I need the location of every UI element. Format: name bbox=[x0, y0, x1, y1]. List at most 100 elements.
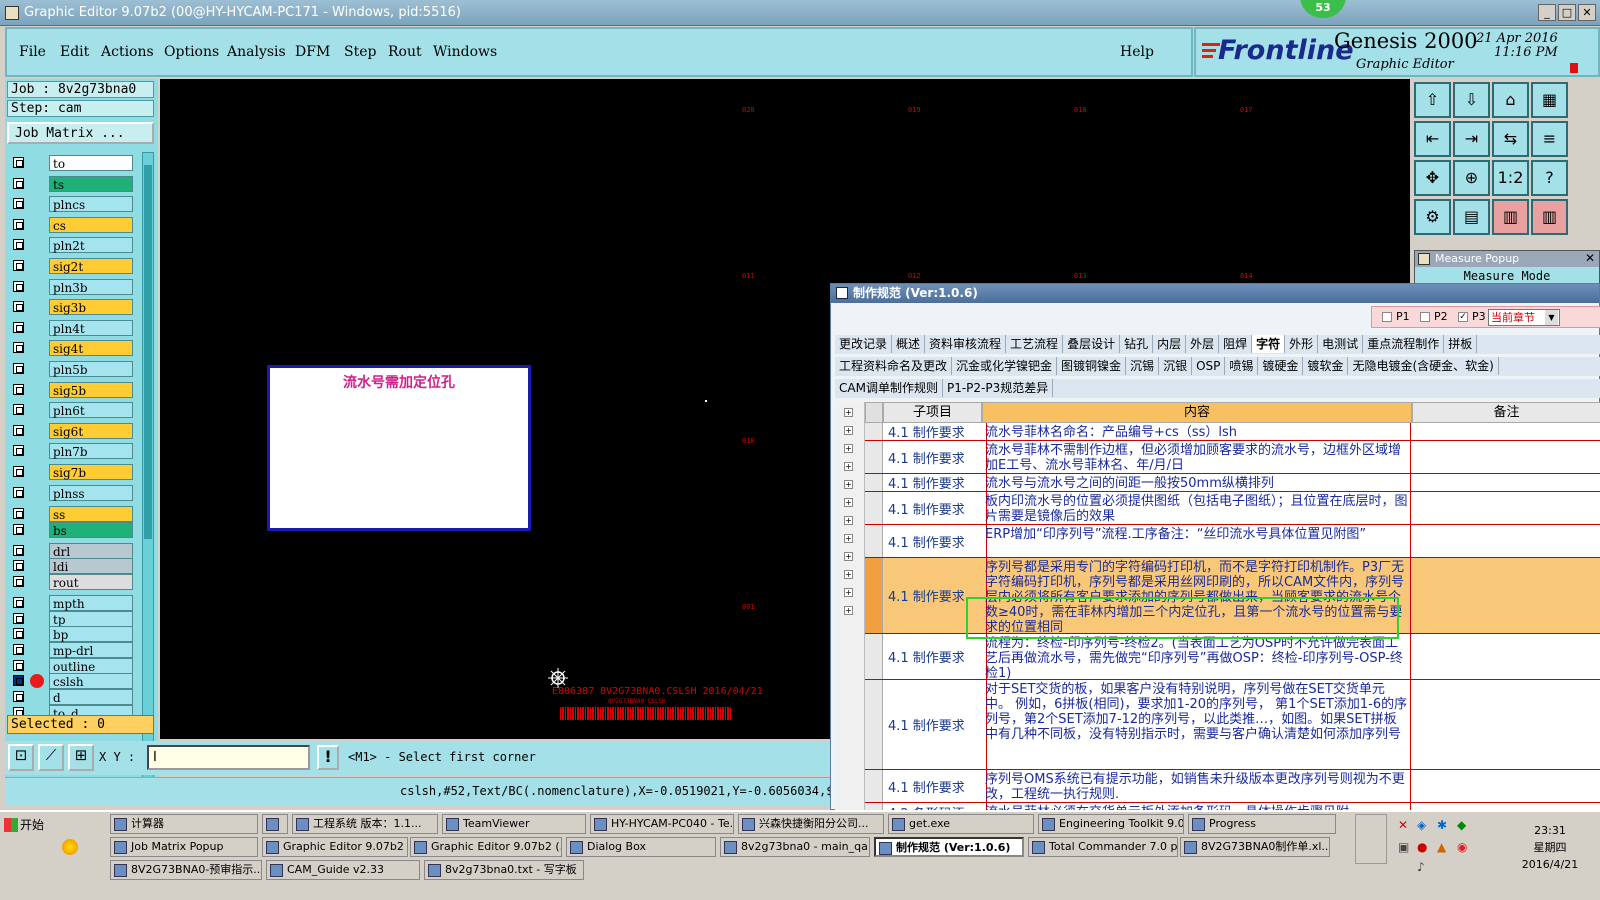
layer-row-sig5b[interactable]: sig5b bbox=[13, 381, 133, 398]
menu-step[interactable]: Step bbox=[344, 44, 376, 60]
taskbar-button[interactable]: Graphic Editor 9.07b2 (... bbox=[262, 837, 408, 857]
tab-tabs_row1-3[interactable]: 工艺流程 bbox=[1006, 335, 1064, 353]
layer-row-tp[interactable]: tp bbox=[13, 610, 133, 627]
tab-tabs_row1-4[interactable]: 叠层设计 bbox=[1063, 335, 1121, 353]
layer-checkbox[interactable] bbox=[13, 383, 24, 395]
tab-tabs_row1-1[interactable]: 概述 bbox=[892, 335, 926, 353]
layer-checkbox[interactable] bbox=[13, 628, 24, 640]
tree-expand-icon[interactable]: + bbox=[844, 606, 853, 615]
taskbar-button[interactable]: 8v2g73bna0.txt - 写字板 bbox=[424, 860, 584, 880]
layer-name[interactable]: ss bbox=[49, 506, 133, 523]
table-row[interactable]: 4.1 制作要求 序列号OMS系统已有提示功能，如销售未升级版本更改序列号则视为不… bbox=[865, 770, 1600, 803]
layer-row-mp-drl[interactable]: mp-drl bbox=[13, 641, 133, 658]
taskbar-button[interactable]: CAM_Guide v2.33 bbox=[266, 860, 420, 880]
col-header-sub[interactable]: 子项目 bbox=[883, 402, 982, 423]
layer-name[interactable]: pln4t bbox=[49, 319, 133, 336]
tab-tabs_row2-4[interactable]: 沉银 bbox=[1159, 357, 1193, 375]
layer-red-icon[interactable]: ▥ bbox=[1492, 199, 1529, 235]
tab-tabs_row1-2[interactable]: 资料审核流程 bbox=[925, 335, 1007, 353]
layer-row-pln3b[interactable]: pln3b bbox=[13, 278, 133, 295]
panel-icon[interactable]: ▦ bbox=[1531, 82, 1568, 118]
tab-tabs_row1-5[interactable]: 钻孔 bbox=[1120, 335, 1154, 353]
cell-content[interactable]: 对于SET交货的板，如果客户没有特别说明，序列号做在SET交货单元中。 例如，6… bbox=[983, 680, 1411, 769]
p2-checkbox[interactable] bbox=[1420, 312, 1430, 322]
layer-name[interactable]: plnss bbox=[49, 484, 133, 501]
tab-tabs_row2-2[interactable]: 图镀铜镍金 bbox=[1057, 357, 1127, 375]
taskbar-button[interactable]: 8V2G73BNA0-预审指示... bbox=[110, 860, 262, 880]
zoom-in-icon[interactable]: ⇤ bbox=[1414, 121, 1451, 157]
layer-checkbox[interactable] bbox=[13, 560, 24, 572]
annotation-box[interactable]: 流水号需加定位孔 bbox=[267, 365, 531, 531]
table-row[interactable]: 4.1 制作要求 流水号菲林不需制作边框，但必须增加顾客要求的流水号，边框外区域增… bbox=[865, 441, 1600, 474]
tab-tabs_row2-8[interactable]: 镀软金 bbox=[1303, 357, 1349, 375]
chapter-select[interactable]: 当前章节 ▼ bbox=[1488, 309, 1560, 326]
layer-checkbox[interactable] bbox=[13, 280, 24, 292]
layer-name[interactable]: sig6t bbox=[49, 422, 133, 439]
cell-remark[interactable] bbox=[1413, 492, 1600, 524]
tab-tabs_row3-0[interactable]: CAM调单制作规则 bbox=[835, 379, 943, 397]
layer-checkbox[interactable] bbox=[13, 691, 24, 702]
layer-row-outline[interactable]: outline bbox=[13, 657, 133, 674]
grid-tool-icon[interactable]: ⊞ bbox=[68, 744, 94, 771]
spec-dialog[interactable]: 制作规范 (Ver:1.0.6) P1 P2 ✓ P3 当前章节 ▼ 更改记录概… bbox=[830, 283, 1600, 811]
pan-icon[interactable]: ✥ bbox=[1414, 160, 1451, 196]
menu-dfm[interactable]: DFM bbox=[295, 44, 330, 60]
taskbar-button[interactable]: Engineering Toolkit 9.0... bbox=[1038, 814, 1184, 834]
layer-scrollbar[interactable] bbox=[142, 152, 154, 788]
layer-name[interactable]: drl bbox=[49, 542, 133, 559]
layer-name[interactable]: to bbox=[49, 155, 133, 171]
layer-name[interactable]: cslsh bbox=[49, 673, 133, 690]
tab-tabs_row3-1[interactable]: P1-P2-P3规范差异 bbox=[943, 379, 1054, 397]
layer-name[interactable]: sig5b bbox=[49, 381, 133, 398]
menu-actions[interactable]: Actions bbox=[101, 44, 154, 60]
layer-name[interactable]: pln5b bbox=[49, 361, 133, 377]
tree-expand-icon[interactable]: + bbox=[844, 444, 853, 453]
layer-blue-icon[interactable]: ▥ bbox=[1531, 199, 1568, 235]
tray-update-icon[interactable]: ▲ bbox=[1437, 840, 1446, 854]
layer-checkbox[interactable] bbox=[13, 524, 24, 535]
layer-row-pln6t[interactable]: pln6t bbox=[13, 402, 133, 419]
tab-tabs_row1-8[interactable]: 阻焊 bbox=[1219, 335, 1253, 353]
layer-checkbox[interactable] bbox=[13, 342, 24, 354]
menu-windows[interactable]: Windows bbox=[433, 44, 497, 60]
taskbar-button[interactable]: HY-HYCAM-PC040 - Te... bbox=[590, 814, 734, 834]
tray-app-icon[interactable]: ◉ bbox=[1457, 840, 1467, 854]
layer-name[interactable]: outline bbox=[49, 657, 133, 674]
menu-file[interactable]: File bbox=[19, 44, 46, 60]
home-icon[interactable]: ⇧ bbox=[1414, 82, 1451, 118]
taskbar-button[interactable]: 制作规范 (Ver:1.0.6) bbox=[874, 837, 1024, 857]
row-header[interactable] bbox=[865, 680, 883, 769]
layer-name[interactable]: mpth bbox=[49, 594, 133, 611]
taskbar-button[interactable]: TeamViewer bbox=[442, 814, 586, 834]
scrollbar-thumb[interactable] bbox=[144, 165, 152, 539]
close-button[interactable]: ✕ bbox=[1578, 4, 1596, 21]
layer-row-ss[interactable]: ss bbox=[13, 506, 133, 523]
cell-content[interactable]: 流程为：终检-印序列号-终检2。(当表面工艺为OSP时不允许做完表面工艺后再做流… bbox=[983, 634, 1411, 679]
layer-checkbox[interactable] bbox=[13, 544, 24, 556]
taskbar-button[interactable]: Job Matrix Popup bbox=[110, 837, 258, 857]
menu-edit[interactable]: Edit bbox=[60, 44, 89, 60]
taskbar-button[interactable]: 计算器 bbox=[110, 814, 258, 834]
tab-tabs_row1-6[interactable]: 内层 bbox=[1153, 335, 1187, 353]
layer-name[interactable]: sig4t bbox=[49, 340, 133, 357]
table-row[interactable]: 4.1 制作要求 对于SET交货的板，如果客户没有特别说明，序列号做在SET交货单… bbox=[865, 680, 1600, 770]
taskbar-button[interactable]: 8V2G73BNA0制作单.xl... bbox=[1180, 837, 1330, 857]
tab-tabs_row2-1[interactable]: 沉金或化学镍钯金 bbox=[952, 357, 1058, 375]
layer-row-sig7b[interactable]: sig7b bbox=[13, 464, 133, 480]
layer-name[interactable]: mp-drl bbox=[49, 641, 133, 658]
menu-help[interactable]: Help bbox=[1120, 44, 1154, 60]
cell-content[interactable]: 流水号菲林不需制作边框，但必须增加顾客要求的流水号，边框外区域增加E工号、流水号… bbox=[983, 441, 1411, 473]
layer-row-rout[interactable]: rout bbox=[13, 574, 133, 591]
layer-checkbox[interactable] bbox=[13, 486, 24, 498]
menu-analysis[interactable]: Analysis bbox=[227, 44, 286, 60]
tab-tabs_row1-7[interactable]: 外层 bbox=[1186, 335, 1220, 353]
layer-row-to[interactable]: to bbox=[13, 155, 133, 171]
layer-checkbox[interactable] bbox=[13, 404, 24, 416]
layer-name[interactable]: sig2t bbox=[49, 258, 133, 274]
col-header-content[interactable]: 内容 bbox=[982, 402, 1412, 423]
clock[interactable]: 23:31 星期四 2016/4/21 bbox=[1505, 822, 1595, 882]
cell-remark[interactable] bbox=[1413, 558, 1600, 633]
layer-checkbox[interactable] bbox=[13, 198, 24, 210]
row-header[interactable] bbox=[865, 474, 883, 491]
layer-name[interactable]: pln2t bbox=[49, 237, 133, 254]
